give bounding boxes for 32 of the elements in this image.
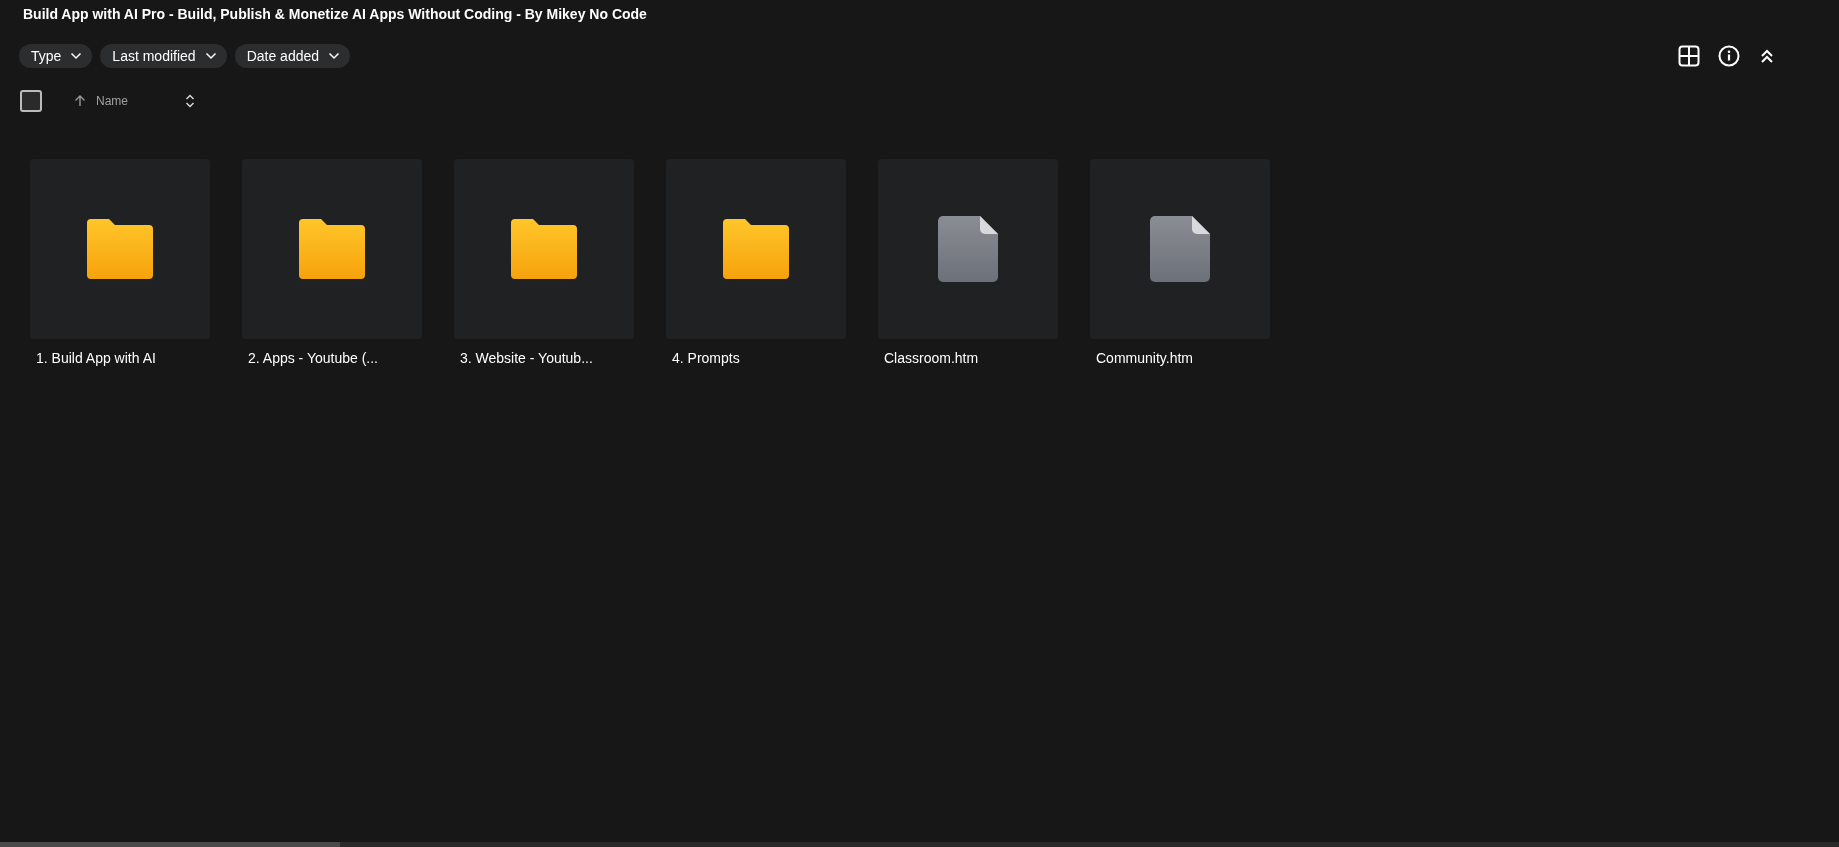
- folder-icon: [87, 219, 153, 279]
- folder-icon: [299, 219, 365, 279]
- grid-view-icon[interactable]: [1678, 45, 1700, 67]
- scrollbar-thumb[interactable]: [0, 842, 340, 847]
- select-all-checkbox[interactable]: [20, 90, 42, 112]
- file-tile[interactable]: [1090, 159, 1270, 339]
- chevron-down-icon: [70, 52, 83, 60]
- filter-dropdown[interactable]: Date added: [234, 44, 351, 68]
- item-name[interactable]: Classroom.htm: [884, 348, 1058, 369]
- chevron-down-icon: [204, 52, 217, 60]
- document-icon: [938, 216, 998, 282]
- document-icon: [1150, 216, 1210, 282]
- name-column-header[interactable]: Name: [96, 92, 184, 110]
- filter-dropdown[interactable]: Last modified: [100, 44, 227, 68]
- folder-tile[interactable]: [242, 159, 422, 339]
- folder-tile[interactable]: [454, 159, 634, 339]
- item-name[interactable]: 3. Website - Youtub...: [460, 348, 634, 369]
- folder-tile[interactable]: [30, 159, 210, 339]
- folder-tile[interactable]: [666, 159, 846, 339]
- info-icon[interactable]: [1718, 45, 1740, 67]
- item-name[interactable]: 2. Apps - Youtube (...: [248, 348, 422, 369]
- sort-ascending-icon[interactable]: [73, 94, 87, 108]
- filter-dropdown[interactable]: Type: [19, 44, 93, 68]
- chevron-down-icon: [328, 52, 341, 60]
- file-tile[interactable]: [878, 159, 1058, 339]
- sort-toggle-icon[interactable]: [184, 93, 196, 109]
- item-name[interactable]: Community.htm: [1096, 348, 1270, 369]
- folder-title: Build App with AI Pro - Build, Publish & Monetize AI Apps Without Coding - By Mikey No Code: [23, 5, 648, 23]
- folder-icon: [723, 219, 789, 279]
- folder-icon: [511, 219, 577, 279]
- item-name[interactable]: 4. Prompts: [672, 348, 846, 369]
- item-name[interactable]: 1. Build App with AI: [36, 348, 210, 369]
